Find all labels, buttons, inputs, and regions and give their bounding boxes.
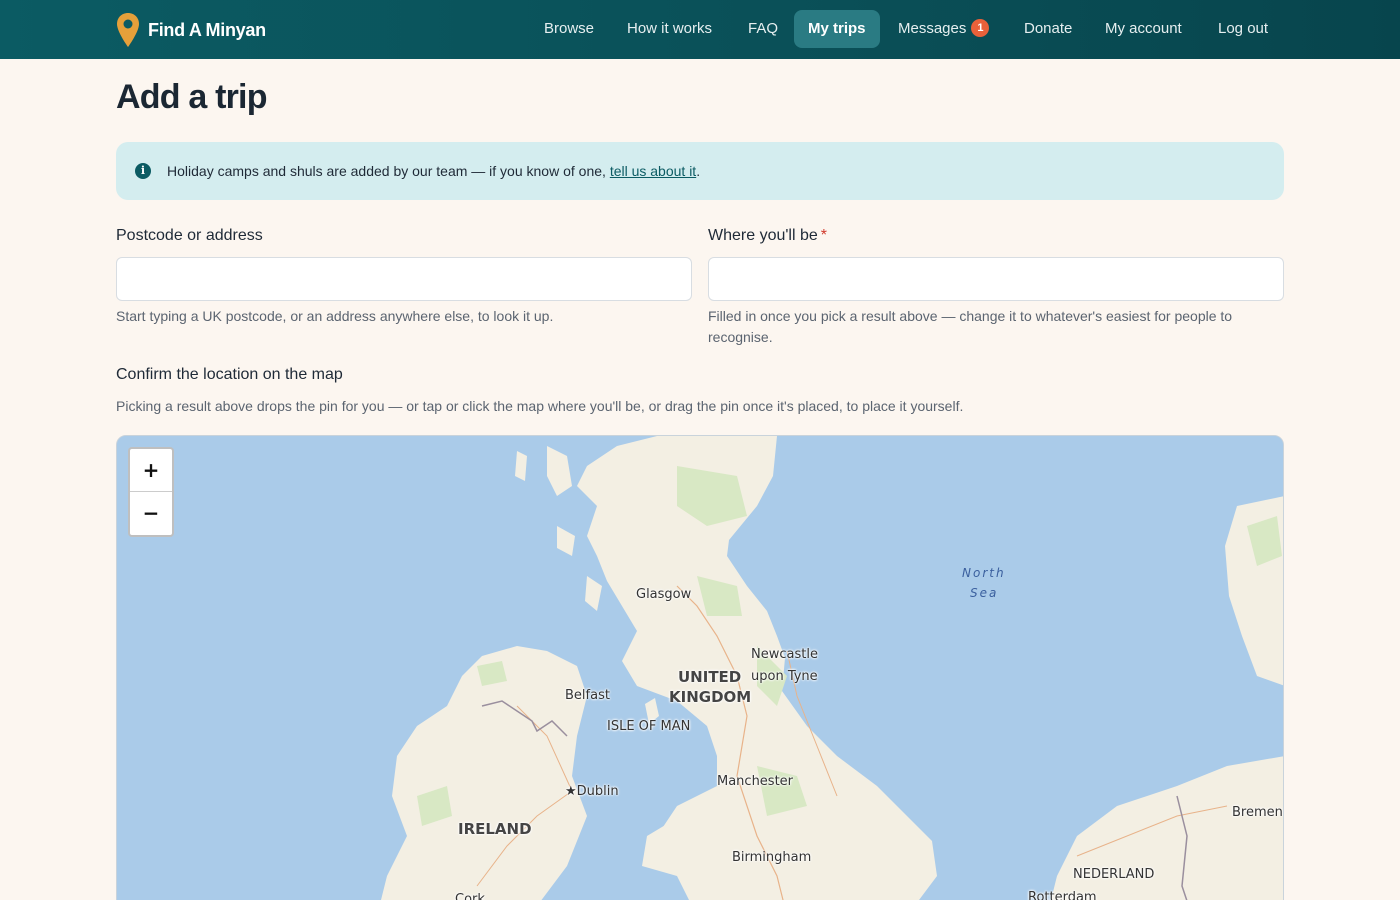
info-notice: i Holiday camps and shuls are added by o… (116, 142, 1284, 200)
nav-my-trips[interactable]: My trips (794, 10, 880, 48)
map-label-isle-of-man: ISLE OF MAN (607, 719, 691, 734)
required-marker: * (820, 227, 828, 244)
nav-how-it-works[interactable]: How it works (613, 10, 726, 48)
map-label-belfast: Belfast (565, 688, 610, 703)
nav-donate[interactable]: Donate (1010, 10, 1086, 48)
zoom-control: + − (128, 447, 174, 537)
postcode-label: Postcode or address (116, 227, 263, 244)
notice-text-before: Holiday camps and shuls are added by our… (167, 163, 610, 179)
location-map[interactable]: + − Glasgow Newcastle upon Tyne UNITED K… (116, 435, 1284, 900)
nav-messages-label: Messages (898, 20, 967, 37)
notice-text-after: . (696, 163, 701, 179)
tell-us-link[interactable]: tell us about it (610, 163, 696, 179)
postcode-input[interactable] (116, 257, 692, 301)
location-help: Filled in once you pick a result above —… (708, 308, 1233, 345)
map-section-label: Confirm the location on the map (116, 366, 343, 383)
zoom-out-button[interactable]: − (130, 492, 172, 535)
map-label-newcastle-2: upon Tyne (751, 669, 818, 684)
map-pin-logo-icon (117, 13, 139, 47)
map-label-ireland: IRELAND (458, 820, 532, 838)
map-label-uk-1: UNITED (678, 668, 742, 686)
zoom-in-button[interactable]: + (130, 449, 172, 492)
nav-faq[interactable]: FAQ (734, 10, 792, 48)
nav-browse[interactable]: Browse (530, 10, 608, 48)
map-label-uk-2: KINGDOM (669, 688, 752, 706)
map-label-bremen: Bremen (1232, 805, 1283, 820)
map-label-birmingham: Birmingham (732, 850, 812, 865)
map-label-north-sea-2: Sea (970, 586, 999, 600)
nav-my-account[interactable]: My account (1091, 10, 1196, 48)
map-label-cork: Cork (455, 892, 485, 900)
brand-name: Find A Minyan (148, 19, 266, 40)
map-label-north-sea-1: North (962, 566, 1006, 580)
nav-messages[interactable]: Messages 1 (884, 10, 1003, 48)
brand-link[interactable]: Find A Minyan (116, 12, 266, 48)
map-section-help: Picking a result above drops the pin for… (116, 398, 964, 414)
location-label: Where you'll be * (708, 227, 827, 245)
notice-text: Holiday camps and shuls are added by our… (167, 163, 700, 179)
map-label-nederland: NEDERLAND (1073, 867, 1155, 882)
map-label-rotterdam: Rotterdam (1028, 890, 1097, 900)
page-title: Add a trip (116, 78, 267, 116)
map-label-dublin: ★Dublin (565, 784, 619, 799)
top-navigation-bar: Find A Minyan Browse How it works FAQ My… (0, 0, 1400, 59)
location-label-text: Where you'll be (708, 227, 818, 244)
unread-count-badge: 1 (971, 19, 990, 38)
postcode-help: Start typing a UK postcode, or an addres… (116, 308, 554, 324)
location-name-input[interactable] (708, 257, 1284, 301)
map-label-manchester: Manchester (717, 774, 794, 789)
nav-log-out[interactable]: Log out (1204, 10, 1282, 48)
map-label-glasgow: Glasgow (636, 587, 692, 602)
info-icon: i (135, 163, 151, 179)
map-label-newcastle-1: Newcastle (751, 647, 818, 662)
